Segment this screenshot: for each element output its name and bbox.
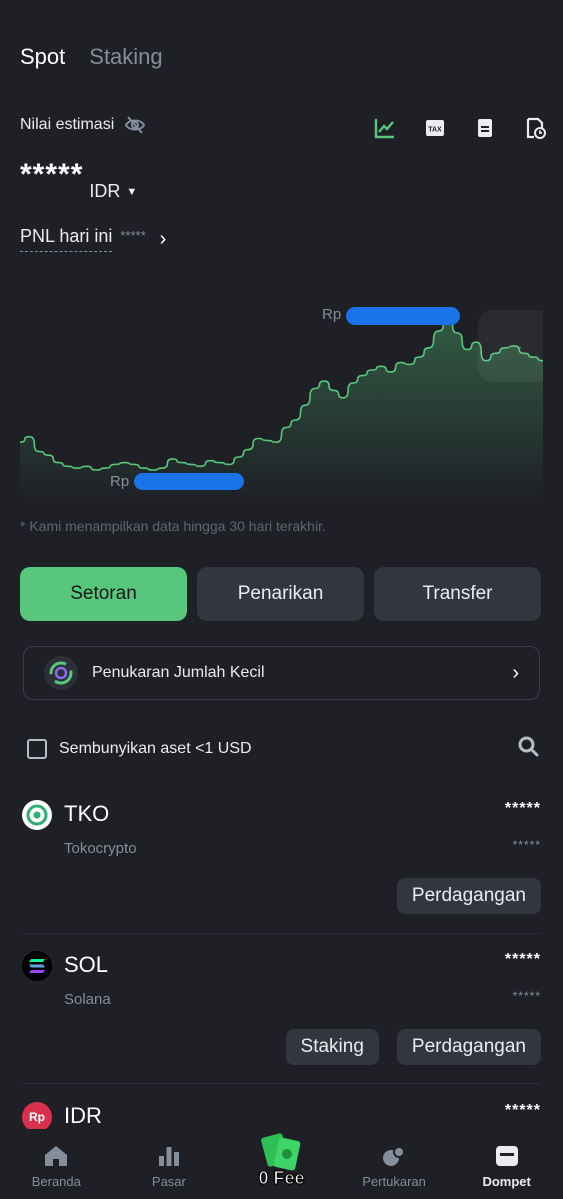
zero-fee-label: 0 Fee	[258, 1168, 305, 1189]
tool-icons: TAX	[373, 116, 547, 140]
nav-trade[interactable]: Pertukaran	[349, 1144, 439, 1189]
asset-fiat-value: *****	[512, 838, 541, 852]
caret-down-icon: ▼	[126, 185, 138, 198]
deposit-button[interactable]: Setoran	[20, 567, 187, 621]
estimate-label: Nilai estimasi	[20, 116, 115, 133]
document-icon[interactable]	[473, 116, 497, 140]
staking-button[interactable]: Staking	[285, 1029, 379, 1065]
nav-zero-fee[interactable]: 0 Fee	[236, 1129, 326, 1189]
divider	[22, 933, 541, 934]
history-icon[interactable]	[523, 116, 547, 140]
svg-text:TAX: TAX	[428, 127, 442, 134]
nav-home[interactable]: Beranda	[11, 1144, 101, 1189]
tab-staking[interactable]: Staking	[89, 44, 162, 70]
estimate-row: Nilai estimasi	[20, 116, 146, 134]
pnl-label: PNL hari ini	[20, 226, 113, 252]
home-icon	[45, 1146, 68, 1166]
withdraw-button[interactable]: Penarikan	[197, 567, 364, 621]
chart-max-label: Rp	[322, 306, 342, 323]
asset-actions: Staking Perdagangan	[285, 1029, 541, 1065]
small-exchange-row[interactable]: Penukaran Jumlah Kecil ›	[23, 646, 540, 700]
asset-amount: *****	[504, 1102, 541, 1119]
rupiah-coin-icon: Rp	[22, 1102, 52, 1132]
balance-chart: ···	[20, 310, 543, 500]
chart-min-label: Rp	[110, 473, 130, 490]
nav-home-label: Beranda	[31, 1174, 81, 1189]
nav-market-label: Pasar	[151, 1174, 186, 1189]
asset-symbol: SOL	[64, 952, 109, 977]
nav-market[interactable]: Pasar	[124, 1144, 214, 1189]
nav-wallet-label: Dompet	[482, 1174, 531, 1189]
nav-wallet[interactable]: Dompet	[462, 1144, 552, 1189]
hide-small-label: Sembunyikan aset <1 USD	[59, 739, 252, 757]
pnl-row[interactable]: PNL hari ini ***** ›	[20, 226, 166, 252]
asset-name: Tokocrypto	[64, 840, 137, 857]
tab-spot[interactable]: Spot	[20, 44, 65, 70]
chart-tooltip-dots: ···	[507, 339, 523, 356]
balance-value: *****	[20, 158, 84, 191]
hide-small-checkbox[interactable]	[27, 738, 47, 759]
redaction-mark	[134, 473, 244, 490]
pnl-chart-icon[interactable]	[373, 116, 397, 140]
asset-amount: *****	[504, 951, 541, 968]
asset-name: Solana	[64, 991, 111, 1008]
wallet-icon	[495, 1146, 518, 1166]
chart-area	[20, 320, 543, 500]
tko-coin-icon	[22, 800, 52, 830]
nav-trade-label: Pertukaran	[362, 1174, 426, 1189]
pnl-value: *****	[120, 227, 146, 243]
eye-hidden-icon[interactable]	[124, 116, 146, 134]
action-buttons: Setoran Penarikan Transfer	[20, 567, 541, 621]
trade-button[interactable]: Perdagangan	[396, 878, 541, 914]
zero-fee-badge: 0 Fee	[236, 1129, 326, 1189]
trade-button[interactable]: Perdagangan	[396, 1029, 541, 1065]
asset-symbol: IDR	[64, 1103, 102, 1128]
asset-symbol: TKO	[64, 801, 110, 826]
chart-note: * Kami menampilkan data hingga 30 hari t…	[20, 518, 326, 534]
balance-row: ***** IDR ▼	[20, 158, 137, 202]
asset-actions: Perdagangan	[396, 878, 541, 914]
small-exchange-label: Penukaran Jumlah Kecil	[92, 664, 265, 681]
asset-fiat-value: *****	[512, 989, 541, 1003]
currency-label: IDR	[89, 181, 121, 201]
sol-coin-icon	[22, 951, 52, 981]
currency-selector[interactable]: IDR ▼	[89, 181, 137, 202]
transfer-button[interactable]: Transfer	[374, 567, 541, 621]
divider	[22, 1083, 541, 1084]
exchange-icon	[44, 656, 78, 690]
hide-small-assets-row: Sembunyikan aset <1 USD	[27, 735, 539, 762]
redaction-mark	[346, 307, 460, 325]
account-tabs: Spot Staking	[20, 44, 163, 70]
bottom-nav: Beranda Pasar 0 Fee Pertukaran Dompet	[0, 1129, 563, 1199]
tax-icon[interactable]: TAX	[423, 116, 447, 140]
search-icon[interactable]	[517, 735, 539, 762]
asset-amount: *****	[504, 800, 541, 817]
trade-icon	[383, 1146, 406, 1166]
bar-chart-icon	[158, 1147, 179, 1166]
chevron-right-icon: ›	[159, 227, 167, 250]
chevron-right-icon: ›	[512, 661, 519, 684]
list-item[interactable]: TKO Tokocrypto ***** ***** Perdagangan	[22, 800, 541, 920]
list-item[interactable]: SOL Solana ***** ***** Staking Perdagang…	[22, 951, 541, 1071]
list-item[interactable]: Rp IDR *****	[22, 1102, 541, 1132]
